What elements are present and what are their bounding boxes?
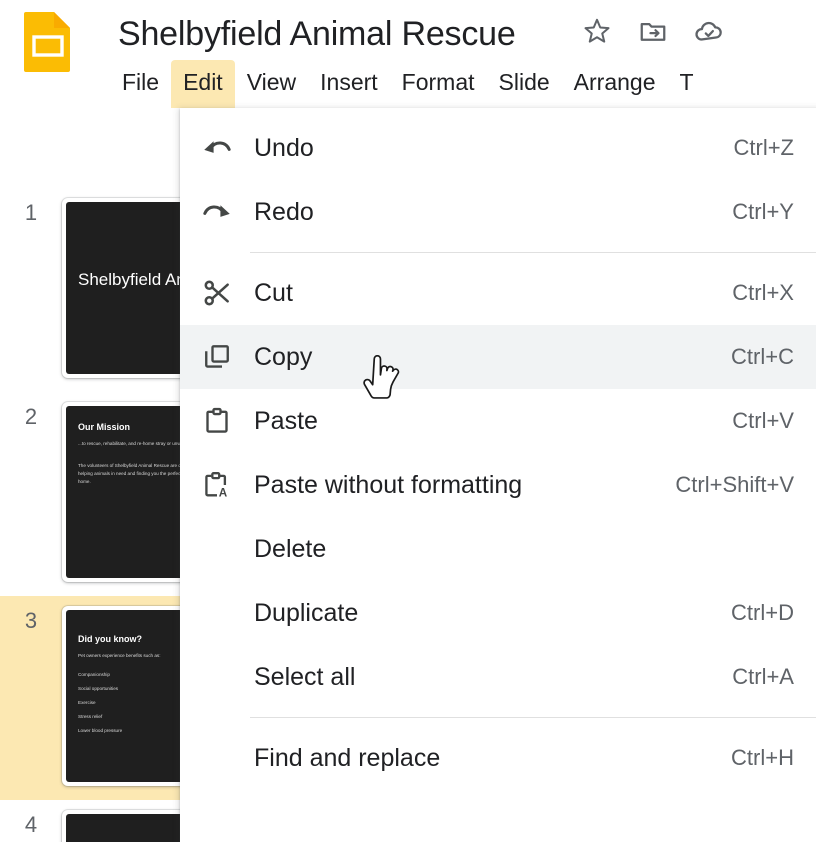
slide-thumbnail[interactable] xyxy=(62,810,180,842)
menu-item-label: Paste without formatting xyxy=(254,471,675,500)
slide-thumbnail[interactable]: Did you know? Pet owners experience bene… xyxy=(62,606,180,786)
menu-item-shortcut: Ctrl+Shift+V xyxy=(675,472,794,498)
undo-icon xyxy=(180,133,254,163)
slides-logo-icon[interactable] xyxy=(22,10,74,72)
menu-arrange[interactable]: Arrange xyxy=(562,60,668,108)
slide-heading-text: Our Mission xyxy=(78,422,130,432)
google-slides-window: Shelbyfield Animal Rescue xyxy=(0,0,816,842)
menu-item-shortcut: Ctrl+C xyxy=(731,344,794,370)
menu-item-paste[interactable]: Paste Ctrl+V xyxy=(180,389,816,453)
filmstrip-slide-2[interactable]: 2 Our Mission ...to rescue, rehabilitate… xyxy=(0,392,180,596)
move-to-folder-icon[interactable] xyxy=(636,14,670,48)
filmstrip-slide-1[interactable]: 1 Shelbyfield Animal Rescue A xyxy=(0,188,180,392)
filmstrip-slide-3[interactable]: 3 Did you know? Pet owners experience be… xyxy=(0,596,180,800)
slide-canvas: Did you know? Pet owners experience bene… xyxy=(66,610,180,782)
menu-item-label: Duplicate xyxy=(254,599,731,628)
menu-item-paste-without-formatting[interactable]: A Paste without formatting Ctrl+Shift+V xyxy=(180,453,816,517)
menu-item-shortcut: Ctrl+Z xyxy=(734,135,795,161)
menu-separator xyxy=(250,717,816,718)
slide-number: 1 xyxy=(16,200,46,226)
slide-title-text: Shelbyfield Animal Rescue xyxy=(78,270,180,290)
menu-item-label: Redo xyxy=(254,198,732,227)
slide-bullet: Stress relief xyxy=(78,714,180,719)
menu-item-cut[interactable]: Cut Ctrl+X xyxy=(180,261,816,325)
edit-menu-dropdown[interactable]: Undo Ctrl+Z Redo Ctrl+Y xyxy=(180,108,816,842)
slide-thumbnail[interactable]: Shelbyfield Animal Rescue A xyxy=(62,198,180,378)
menu-item-shortcut: Ctrl+A xyxy=(732,664,794,690)
menu-file[interactable]: File xyxy=(110,60,171,108)
slide-filmstrip[interactable]: 1 Shelbyfield Animal Rescue A 2 Our Miss… xyxy=(0,188,180,842)
slide-heading-text: Did you know? xyxy=(78,634,142,644)
menu-item-shortcut: Ctrl+D xyxy=(731,600,794,626)
clipboard-icon xyxy=(180,405,254,437)
menu-item-label: Delete xyxy=(254,535,794,564)
clipboard-text-icon: A xyxy=(180,469,254,501)
slide-bullet: Companionship xyxy=(78,672,180,677)
slide-canvas: Our Mission ...to rescue, rehabilitate, … xyxy=(66,406,180,578)
slide-body-text: ...to rescue, rehabilitate, and re-home … xyxy=(78,440,180,448)
menu-item-redo[interactable]: Redo Ctrl+Y xyxy=(180,180,816,244)
menu-bar: File Edit View Insert Format Slide Arran… xyxy=(110,60,706,108)
menu-item-label: Copy xyxy=(254,343,731,372)
menu-edit[interactable]: Edit xyxy=(171,60,235,108)
menu-item-undo[interactable]: Undo Ctrl+Z xyxy=(180,116,816,180)
top-bar: Shelbyfield Animal Rescue xyxy=(0,0,816,108)
slide-number: 4 xyxy=(16,812,46,838)
menu-view[interactable]: View xyxy=(235,60,308,108)
slide-number: 2 xyxy=(16,404,46,430)
menu-item-label: Select all xyxy=(254,663,732,692)
menu-item-select-all[interactable]: Select all Ctrl+A xyxy=(180,645,816,709)
menu-item-shortcut: Ctrl+Y xyxy=(732,199,794,225)
slide-canvas: Shelbyfield Animal Rescue A xyxy=(66,202,180,374)
menu-item-label: Undo xyxy=(254,134,734,163)
slide-bullet: Exercise xyxy=(78,700,180,705)
slide-number: 3 xyxy=(16,608,46,634)
slide-thumbnail[interactable]: Our Mission ...to rescue, rehabilitate, … xyxy=(62,402,180,582)
menu-format[interactable]: Format xyxy=(390,60,487,108)
menu-item-shortcut: Ctrl+X xyxy=(732,280,794,306)
menu-item-shortcut: Ctrl+V xyxy=(732,408,794,434)
menu-item-label: Cut xyxy=(254,279,732,308)
redo-icon xyxy=(180,197,254,227)
svg-text:A: A xyxy=(219,487,228,500)
menu-item-delete[interactable]: Delete xyxy=(180,517,816,581)
slide-intro-text: Pet owners experience benefits such as: xyxy=(78,652,180,660)
menu-item-copy[interactable]: Copy Ctrl+C xyxy=(180,325,816,389)
star-icon[interactable] xyxy=(580,14,614,48)
menu-item-label: Paste xyxy=(254,407,732,436)
slide-body-text: The volunteers of Shelbyfield Animal Res… xyxy=(78,462,180,486)
filmstrip-slide-4[interactable]: 4 xyxy=(0,800,180,842)
menu-insert[interactable]: Insert xyxy=(308,60,390,108)
menu-item-label: Find and replace xyxy=(254,744,731,773)
slide-canvas xyxy=(66,814,180,842)
document-title[interactable]: Shelbyfield Animal Rescue xyxy=(118,8,516,60)
copy-icon xyxy=(180,342,254,372)
menu-item-duplicate[interactable]: Duplicate Ctrl+D xyxy=(180,581,816,645)
menu-tools[interactable]: T xyxy=(668,60,706,108)
title-actions xyxy=(580,14,726,48)
menu-item-find-and-replace[interactable]: Find and replace Ctrl+H xyxy=(180,726,816,790)
cloud-done-icon[interactable] xyxy=(692,14,726,48)
scissors-icon xyxy=(180,277,254,309)
slide-bullet: Lower blood pressure xyxy=(78,728,180,733)
menu-item-shortcut: Ctrl+H xyxy=(731,745,794,771)
menu-separator xyxy=(250,252,816,253)
menu-slide[interactable]: Slide xyxy=(487,60,562,108)
slide-bullet: Social opportunities xyxy=(78,686,180,691)
